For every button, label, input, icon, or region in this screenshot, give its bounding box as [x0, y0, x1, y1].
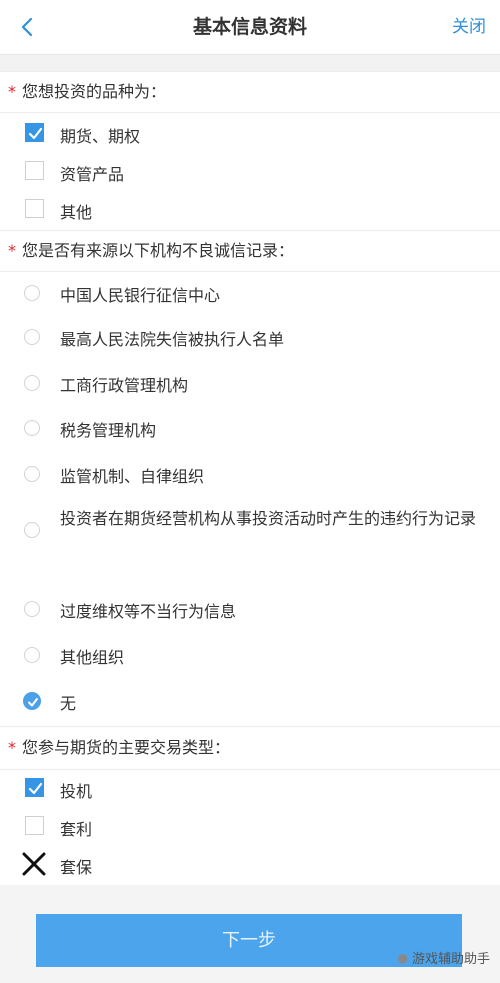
radio-button[interactable] — [24, 466, 40, 482]
option-label: 其他 — [60, 203, 93, 222]
radio-option-excessive-rights[interactable]: 过度维权等不当行为信息 — [0, 588, 500, 630]
radio-option-regulators[interactable]: 监管机制、自律组织 — [0, 453, 500, 495]
check-icon — [28, 127, 43, 140]
x-mark-icon — [22, 852, 46, 876]
question-credit-record: * 您是否有来源以下机构不良诚信记录： — [0, 230, 500, 272]
option-label: 中国人民银行征信中心 — [60, 286, 221, 305]
radio-option-industry-commerce[interactable]: 工商行政管理机构 — [0, 362, 500, 404]
radio-button-selected[interactable] — [23, 692, 41, 710]
radio-button[interactable] — [24, 601, 40, 617]
radio-option-other-org[interactable]: 其他组织 — [0, 634, 500, 676]
option-arbitrage[interactable]: 套利 — [0, 807, 500, 845]
option-label: 其他组织 — [60, 648, 125, 667]
required-mark: * — [8, 241, 16, 260]
close-button[interactable]: 关闭 — [452, 0, 486, 54]
option-label: 最高人民法院失信被执行人名单 — [60, 330, 285, 349]
question-label: 您参与期货的主要交易类型： — [22, 738, 231, 757]
question-label: 您想投资的品种为： — [22, 82, 167, 101]
check-icon — [28, 782, 43, 795]
option-label: 套利 — [60, 820, 93, 839]
nav-bar: 基本信息资料 关闭 — [0, 0, 500, 55]
required-mark: * — [8, 82, 16, 101]
option-speculation[interactable]: 投机 — [0, 769, 500, 807]
page-title: 基本信息资料 — [192, 16, 307, 38]
required-mark: * — [8, 738, 16, 757]
option-asset-management[interactable]: 资管产品 — [0, 152, 500, 190]
radio-option-tax[interactable]: 税务管理机构 — [0, 407, 500, 449]
option-label: 过度维权等不当行为信息 — [60, 602, 237, 621]
checkbox[interactable] — [25, 199, 44, 218]
radio-button[interactable] — [24, 285, 40, 301]
option-label: 投机 — [60, 782, 93, 801]
checkbox[interactable] — [25, 161, 44, 180]
question-trade-type: * 您参与期货的主要交易类型： — [0, 726, 500, 770]
option-label: 工商行政管理机构 — [60, 376, 189, 395]
section-spacer — [0, 55, 500, 71]
option-label: 监管机制、自律组织 — [60, 467, 205, 486]
option-label: 无 — [60, 694, 77, 713]
option-label: 期货、期权 — [60, 127, 141, 146]
radio-option-court-list[interactable]: 最高人民法院失信被执行人名单 — [0, 316, 500, 358]
radio-button[interactable] — [24, 375, 40, 391]
option-label: 税务管理机构 — [60, 421, 157, 440]
option-label: 资管产品 — [60, 165, 125, 184]
watermark-icon: ● — [397, 950, 408, 965]
check-icon — [28, 698, 38, 707]
question-invest-type: * 您想投资的品种为： — [0, 71, 500, 113]
radio-button[interactable] — [24, 647, 40, 663]
checkbox[interactable] — [25, 816, 44, 835]
checkbox-checked[interactable] — [25, 123, 44, 142]
radio-option-default-behavior[interactable]: 投资者在期货经营机构从事投资活动时产生的违约行为记录 — [0, 497, 500, 585]
radio-option-none[interactable]: 无 — [0, 680, 500, 722]
radio-button[interactable] — [24, 329, 40, 345]
option-hedging[interactable]: 套保 — [0, 845, 500, 883]
option-label: 套保 — [60, 858, 93, 877]
radio-button[interactable] — [24, 522, 40, 538]
watermark: ● 游戏辅助助手 — [397, 948, 491, 968]
question-label: 您是否有来源以下机构不良诚信记录： — [22, 241, 295, 260]
option-other[interactable]: 其他 — [0, 190, 500, 228]
checkbox-checked[interactable] — [25, 778, 44, 797]
watermark-text: 游戏辅助助手 — [411, 952, 490, 967]
option-label: 投资者在期货经营机构从事投资活动时产生的违约行为记录 — [60, 509, 477, 528]
radio-button[interactable] — [24, 420, 40, 436]
radio-option-pboc-credit[interactable]: 中国人民银行征信中心 — [0, 272, 500, 314]
option-futures-options[interactable]: 期货、期权 — [0, 114, 500, 152]
